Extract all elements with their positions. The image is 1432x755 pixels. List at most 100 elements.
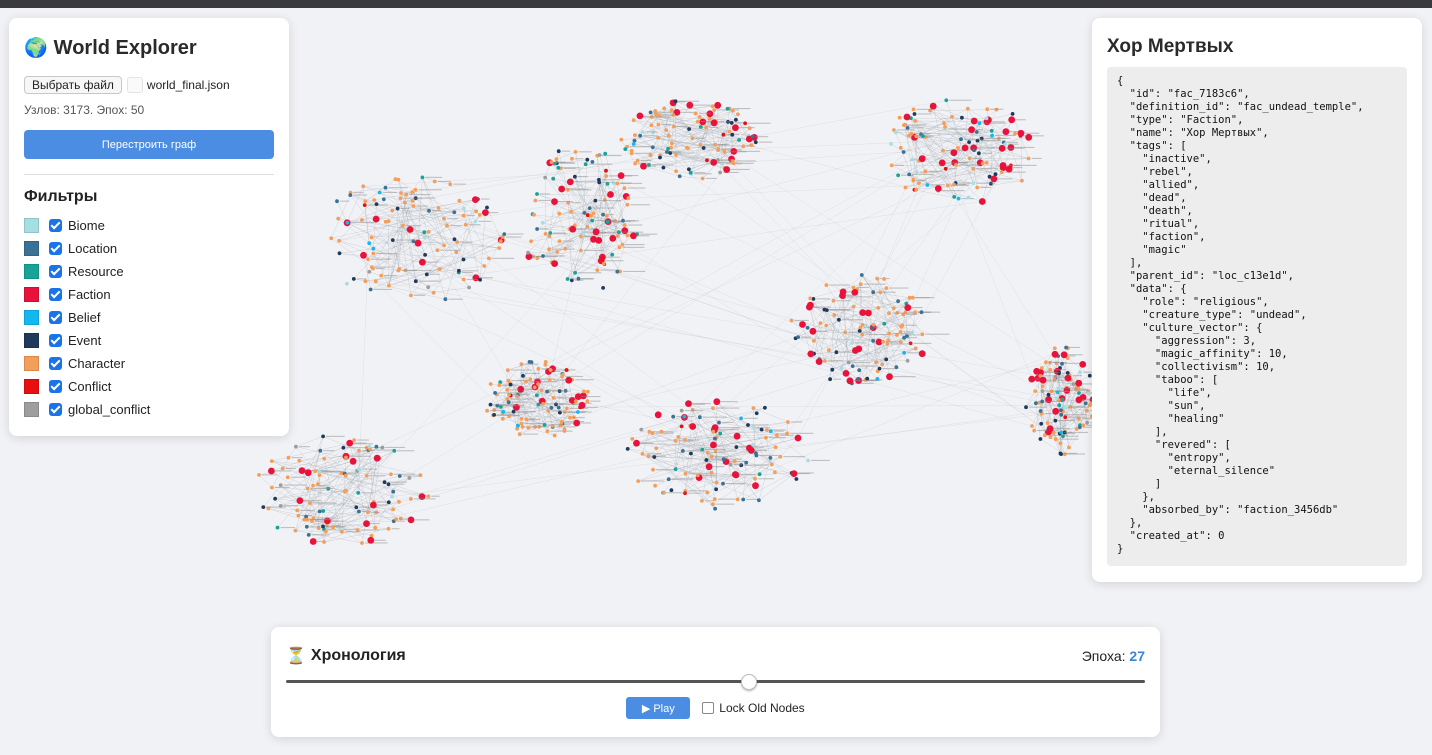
graph-node[interactable] — [896, 299, 900, 304]
graph-node[interactable] — [934, 185, 942, 192]
graph-node[interactable] — [393, 177, 398, 182]
graph-node[interactable] — [773, 445, 778, 449]
graph-node[interactable] — [366, 257, 370, 262]
event-checkbox[interactable] — [49, 334, 62, 347]
graph-node[interactable] — [377, 190, 382, 195]
graph-node[interactable] — [721, 457, 726, 462]
graph-node[interactable] — [1026, 156, 1031, 161]
graph-node[interactable] — [461, 257, 466, 262]
graph-node[interactable] — [1033, 389, 1038, 393]
graph-node[interactable] — [604, 174, 609, 178]
graph-node[interactable] — [579, 234, 583, 239]
graph-node[interactable] — [1043, 433, 1047, 438]
graph-node[interactable] — [846, 377, 854, 385]
graph-node[interactable] — [617, 230, 621, 235]
graph-node[interactable] — [852, 347, 859, 354]
graph-node[interactable] — [309, 538, 317, 545]
graph-node[interactable] — [587, 206, 592, 211]
graph-node[interactable] — [426, 229, 431, 234]
character-checkbox[interactable] — [49, 357, 62, 370]
lock-old-nodes-checkbox[interactable] — [702, 702, 715, 714]
graph-node[interactable] — [478, 277, 482, 282]
graph-node[interactable] — [345, 220, 350, 225]
graph-node[interactable] — [586, 389, 590, 394]
graph-node[interactable] — [592, 228, 600, 236]
graph-node[interactable] — [585, 157, 590, 162]
graph-node[interactable] — [517, 432, 522, 437]
graph-node[interactable] — [467, 285, 471, 290]
graph-node[interactable] — [344, 455, 348, 460]
graph-node[interactable] — [832, 313, 837, 317]
graph-node[interactable] — [914, 170, 919, 175]
graph-node[interactable] — [1058, 441, 1063, 446]
graph-node[interactable] — [698, 125, 703, 129]
graph-node[interactable] — [321, 509, 326, 513]
graph-node[interactable] — [965, 106, 970, 111]
graph-node[interactable] — [527, 360, 532, 364]
graph-node[interactable] — [736, 112, 740, 117]
graph-node[interactable] — [390, 494, 395, 499]
graph-node[interactable] — [1085, 420, 1089, 425]
graph-node[interactable] — [341, 445, 346, 450]
graph-node[interactable] — [698, 142, 703, 147]
graph-node[interactable] — [521, 374, 525, 378]
graph-node[interactable] — [704, 458, 709, 462]
graph-node[interactable] — [605, 220, 610, 224]
location-checkbox[interactable] — [49, 242, 62, 255]
graph-node[interactable] — [638, 133, 643, 138]
graph-node[interactable] — [418, 473, 423, 478]
graph-node[interactable] — [487, 256, 491, 261]
graph-node[interactable] — [778, 454, 783, 459]
graph-node[interactable] — [909, 131, 914, 136]
graph-node[interactable] — [741, 144, 746, 149]
graph-node[interactable] — [578, 401, 586, 409]
graph-node[interactable] — [610, 252, 615, 257]
graph-node[interactable] — [1045, 396, 1052, 404]
graph-node[interactable] — [815, 358, 823, 365]
graph-node[interactable] — [673, 99, 678, 104]
graph-node[interactable] — [764, 435, 768, 440]
graph-node[interactable] — [1030, 424, 1034, 428]
graph-node[interactable] — [633, 439, 640, 447]
graph-node[interactable] — [714, 101, 722, 109]
graph-node[interactable] — [705, 463, 713, 471]
graph-node[interactable] — [364, 473, 369, 478]
graph-node[interactable] — [502, 232, 507, 237]
graph-node[interactable] — [1059, 430, 1064, 435]
graph-node[interactable] — [898, 340, 903, 344]
rebuild-graph-button[interactable]: Перестроить граф — [24, 130, 274, 159]
graph-node[interactable] — [391, 489, 396, 494]
graph-node[interactable] — [1063, 405, 1067, 410]
graph-node[interactable] — [390, 208, 395, 213]
graph-node[interactable] — [622, 223, 627, 228]
graph-node[interactable] — [379, 273, 384, 278]
graph-node[interactable] — [396, 268, 401, 273]
graph-node[interactable] — [677, 174, 682, 179]
graph-node[interactable] — [714, 487, 718, 492]
graph-node[interactable] — [661, 165, 666, 170]
graph-node[interactable] — [445, 223, 449, 228]
graph-node[interactable] — [551, 260, 558, 267]
graph-node[interactable] — [686, 101, 694, 109]
graph-node[interactable] — [457, 198, 462, 203]
graph-node[interactable] — [1048, 435, 1053, 440]
graph-node[interactable] — [1000, 170, 1004, 175]
graph-node[interactable] — [807, 301, 814, 309]
graph-node[interactable] — [751, 406, 756, 410]
conflict-checkbox[interactable] — [49, 380, 62, 393]
graph-node[interactable] — [1040, 399, 1045, 404]
graph-node[interactable] — [757, 472, 762, 477]
graph-node[interactable] — [568, 415, 572, 420]
graph-node[interactable] — [744, 460, 749, 465]
graph-node[interactable] — [656, 135, 660, 140]
graph-node[interactable] — [374, 444, 379, 449]
graph-node[interactable] — [343, 473, 348, 478]
graph-node[interactable] — [925, 183, 930, 187]
graph-node[interactable] — [689, 423, 697, 430]
graph-node[interactable] — [967, 156, 972, 161]
graph-node[interactable] — [808, 296, 813, 301]
graph-node[interactable] — [974, 130, 979, 134]
graph-node[interactable] — [373, 525, 378, 530]
graph-node[interactable] — [704, 125, 709, 130]
graph-node[interactable] — [683, 471, 688, 476]
